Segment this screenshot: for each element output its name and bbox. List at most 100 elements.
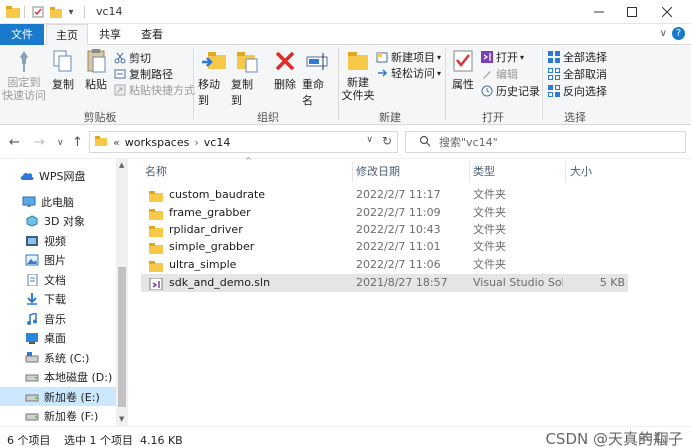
nav-item-3d-objects[interactable]: 3D 对象 bbox=[0, 211, 116, 230]
nav-item-pictures[interactable]: 图片 bbox=[0, 250, 116, 269]
scroll-up-icon[interactable]: ▲ bbox=[119, 161, 124, 169]
file-name: custom_baudrate bbox=[169, 188, 266, 201]
tab-file[interactable]: 文件 bbox=[0, 24, 44, 45]
open-group-label: 打开 bbox=[482, 111, 504, 124]
column-header-name[interactable]: 名称 bbox=[145, 162, 167, 182]
column-divider[interactable] bbox=[469, 162, 470, 182]
nav-item-wps[interactable]: WPS网盘 bbox=[0, 166, 116, 185]
nav-item-videos[interactable]: 视频 bbox=[0, 231, 116, 250]
drive-icon bbox=[25, 391, 39, 403]
maximize-button[interactable] bbox=[617, 2, 647, 22]
nav-scrollbar[interactable]: ▲ ▼ bbox=[116, 159, 128, 426]
column-divider[interactable] bbox=[565, 162, 566, 182]
paste-button[interactable]: 粘贴 bbox=[83, 49, 109, 92]
recent-locations-icon[interactable]: ∨ bbox=[57, 138, 64, 148]
paste-label: 粘贴 bbox=[85, 78, 107, 91]
properties-quick-icon[interactable] bbox=[32, 5, 44, 19]
scissors-icon bbox=[114, 52, 126, 64]
new-item-button[interactable]: 新建项目 ▾ bbox=[376, 49, 441, 65]
search-placeholder: 搜索"vc14" bbox=[439, 136, 498, 149]
history-button[interactable]: 历史记录 bbox=[481, 83, 540, 99]
address-dropdown-icon[interactable]: ∨ bbox=[366, 135, 373, 145]
window-title: vc14 bbox=[96, 5, 123, 18]
back-button[interactable]: ← bbox=[9, 135, 20, 150]
tab-home[interactable]: 主页 bbox=[46, 24, 88, 45]
file-row[interactable]: ultra_simple 2022/2/7 11:06 文件夹 bbox=[141, 256, 628, 274]
select-none-button[interactable]: 全部取消 bbox=[548, 66, 607, 82]
file-row[interactable]: custom_baudrate 2022/2/7 11:17 文件夹 bbox=[141, 186, 628, 204]
properties-icon bbox=[451, 49, 475, 73]
paste-shortcut-button[interactable]: 粘贴快捷方式 bbox=[114, 82, 195, 98]
navigation-bar: ← → ∨ ↑ « workspaces › vc14 ∨ ↻ 搜索"vc14" bbox=[0, 125, 691, 159]
large-icons-view-icon[interactable] bbox=[656, 432, 668, 443]
nav-item-drive-e[interactable]: 新加卷 (E:) bbox=[0, 387, 116, 406]
video-icon bbox=[25, 235, 39, 247]
nav-item-this-pc[interactable]: 此电脑 bbox=[0, 192, 116, 211]
rename-label: 重命名 bbox=[302, 78, 324, 107]
refresh-icon[interactable]: ↻ bbox=[382, 134, 392, 148]
file-row[interactable]: rplidar_driver 2022/2/7 10:43 文件夹 bbox=[141, 221, 628, 239]
customize-quick-access-icon[interactable]: ▾ bbox=[66, 5, 76, 19]
nav-item-music[interactable]: 音乐 bbox=[0, 309, 116, 328]
group-separator bbox=[445, 48, 446, 120]
file-date: 2022/2/7 11:17 bbox=[356, 188, 441, 201]
nav-scrollbar-thumb[interactable] bbox=[118, 267, 126, 407]
easy-access-button[interactable]: 轻松访问 ▾ bbox=[376, 65, 441, 81]
column-header-type[interactable]: 类型 bbox=[473, 162, 495, 182]
folder-icon bbox=[149, 260, 163, 272]
nav-item-downloads[interactable]: 下载 bbox=[0, 289, 116, 308]
rename-button[interactable]: 重命名 bbox=[302, 49, 334, 108]
up-button[interactable]: ↑ bbox=[72, 135, 83, 150]
collapse-ribbon-icon[interactable]: ∨ bbox=[660, 28, 667, 39]
close-button[interactable] bbox=[652, 2, 682, 22]
address-bar[interactable]: « workspaces › vc14 ∨ ↻ bbox=[89, 131, 398, 153]
new-folder-quick-icon[interactable] bbox=[50, 5, 62, 19]
move-to-button[interactable]: 移动到 bbox=[198, 49, 230, 108]
copy-path-button[interactable]: 复制路径 bbox=[114, 66, 173, 82]
column-header-size[interactable]: 大小 bbox=[570, 162, 592, 182]
new-folder-button[interactable]: 新建 文件夹 bbox=[342, 49, 375, 102]
nav-item-drive-c[interactable]: 系统 (C:) bbox=[0, 348, 116, 367]
nav-item-documents[interactable]: 文档 bbox=[0, 270, 116, 289]
breadcrumb-workspaces[interactable]: workspaces bbox=[125, 136, 190, 149]
select-none-icon bbox=[548, 68, 560, 80]
edit-icon bbox=[481, 68, 493, 80]
nav-item-drive-d[interactable]: 本地磁盘 (D:) bbox=[0, 367, 116, 386]
file-type: Visual Studio Sol... bbox=[473, 276, 563, 289]
properties-button[interactable]: 属性 bbox=[450, 49, 476, 92]
column-header-date[interactable]: 修改日期 bbox=[356, 162, 400, 182]
cube-icon bbox=[25, 214, 39, 227]
open-button[interactable]: 打开 ▾ bbox=[481, 49, 524, 65]
nav-item-drive-f[interactable]: 新加卷 (F:) bbox=[0, 406, 116, 425]
edit-button[interactable]: 编辑 bbox=[481, 66, 518, 82]
file-size bbox=[565, 238, 625, 256]
search-input[interactable]: 搜索"vc14" bbox=[405, 131, 686, 153]
cut-button[interactable]: 剪切 bbox=[114, 50, 151, 66]
file-row[interactable]: sdk_and_demo.sln 2021/8/27 18:57 Visual … bbox=[141, 274, 628, 292]
details-view-icon[interactable] bbox=[640, 432, 652, 443]
breadcrumb-vc14[interactable]: vc14 bbox=[204, 136, 231, 149]
delete-button[interactable]: 删除 bbox=[272, 49, 298, 92]
column-divider[interactable] bbox=[352, 162, 353, 182]
drive-icon bbox=[25, 371, 39, 383]
file-name: ultra_simple bbox=[169, 258, 237, 271]
tab-share[interactable]: 共享 bbox=[91, 24, 129, 45]
scroll-down-icon[interactable]: ▼ bbox=[119, 415, 124, 423]
breadcrumb-overflow[interactable]: « bbox=[113, 136, 120, 149]
copy-to-button[interactable]: 复制到 bbox=[231, 49, 263, 108]
help-icon[interactable]: ? bbox=[672, 27, 685, 40]
nav-item-desktop[interactable]: 桌面 bbox=[0, 328, 116, 347]
select-all-button[interactable]: 全部选择 bbox=[548, 49, 607, 65]
file-row[interactable]: simple_grabber 2022/2/7 11:01 文件夹 bbox=[141, 238, 628, 256]
forward-button[interactable]: → bbox=[34, 135, 45, 150]
pin-quick-access-button[interactable]: 固定到 快速访问 bbox=[2, 49, 46, 102]
breadcrumb-separator[interactable]: › bbox=[194, 136, 198, 149]
selection-info: 选中 1 个项目 4.16 KB bbox=[64, 434, 183, 447]
tab-view[interactable]: 查看 bbox=[133, 24, 171, 45]
folder-icon bbox=[149, 242, 163, 254]
copy-button[interactable]: 复制 bbox=[50, 49, 76, 92]
dropdown-icon: ▾ bbox=[437, 52, 442, 62]
minimize-button[interactable] bbox=[584, 2, 614, 22]
file-row[interactable]: frame_grabber 2022/2/7 11:09 文件夹 bbox=[141, 204, 628, 222]
invert-selection-button[interactable]: 反向选择 bbox=[548, 83, 607, 99]
